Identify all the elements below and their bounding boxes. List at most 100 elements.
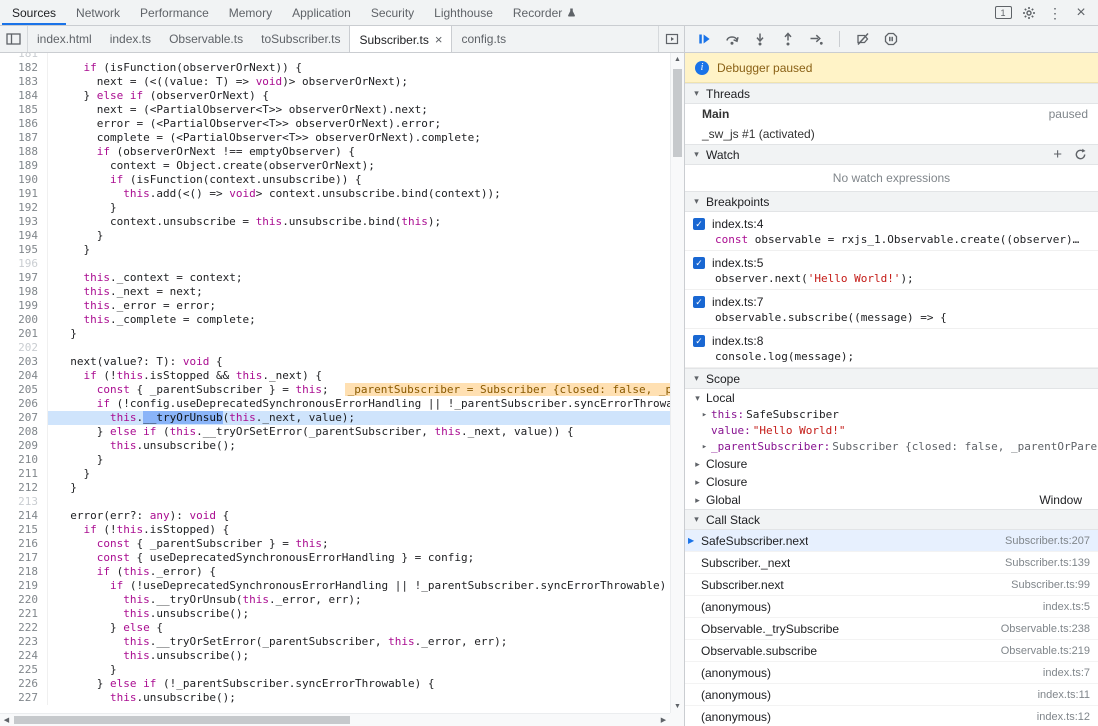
settings-gear-icon[interactable] — [1016, 0, 1042, 25]
code-line[interactable]: 226 } else if (!_parentSubscriber.syncEr… — [0, 677, 670, 691]
close-tab-icon[interactable]: × — [435, 33, 443, 46]
scroll-right-icon[interactable]: ▶ — [657, 714, 670, 726]
code-line[interactable]: 212 } — [0, 481, 670, 495]
call-stack-frame[interactable]: (anonymous)index.ts:11 — [685, 684, 1098, 706]
line-number[interactable]: 195 — [0, 243, 48, 257]
line-number[interactable]: 202 — [0, 341, 48, 355]
code-line[interactable]: 200 this._complete = complete; — [0, 313, 670, 327]
step-button[interactable] — [805, 28, 827, 50]
watch-section-header[interactable]: ▾ Watch + — [685, 144, 1098, 165]
code-line[interactable]: 219 if (!useDeprecatedSynchronousErrorHa… — [0, 579, 670, 593]
call-stack-frame[interactable]: Subscriber._nextSubscriber.ts:139 — [685, 552, 1098, 574]
vertical-scrollbar[interactable]: ▲ ▼ — [670, 53, 684, 713]
breakpoint-checkbox[interactable]: ✓ — [693, 296, 705, 308]
code-line[interactable]: 218 if (this._error) { — [0, 565, 670, 579]
line-number[interactable]: 209 — [0, 439, 48, 453]
main-tab-sources[interactable]: Sources — [2, 0, 66, 25]
code-line[interactable]: 194 } — [0, 229, 670, 243]
main-tab-memory[interactable]: Memory — [219, 0, 282, 25]
line-number[interactable]: 184 — [0, 89, 48, 103]
line-number[interactable]: 185 — [0, 103, 48, 117]
line-number[interactable]: 196 — [0, 257, 48, 271]
breakpoint-entry[interactable]: ✓index.ts:4const observable = rxjs_1.Obs… — [685, 212, 1098, 251]
code-line[interactable]: 181 — [0, 53, 670, 61]
vertical-scroll-thumb[interactable] — [673, 69, 682, 157]
code-line[interactable]: 197 this._context = context; — [0, 271, 670, 285]
breakpoint-entry[interactable]: ✓index.ts:7observable.subscribe((message… — [685, 290, 1098, 329]
code-line[interactable]: 222 } else { — [0, 621, 670, 635]
code-line[interactable]: 225 } — [0, 663, 670, 677]
line-number[interactable]: 193 — [0, 215, 48, 229]
scroll-down-icon[interactable]: ▼ — [671, 700, 684, 713]
code-line[interactable]: 220 this.__tryOrUnsub(this._error, err); — [0, 593, 670, 607]
call-stack-frame[interactable]: (anonymous)index.ts:5 — [685, 596, 1098, 618]
scope-section-closure[interactable]: ▸Closure — [685, 473, 1098, 491]
code-line[interactable]: 191 this.add(<() => void> context.unsubs… — [0, 187, 670, 201]
code-line[interactable]: 187 complete = (<PartialObserver<T>> obs… — [0, 131, 670, 145]
main-tab-performance[interactable]: Performance — [130, 0, 219, 25]
scope-section-local[interactable]: ▾Local — [685, 389, 1098, 407]
code-line[interactable]: 210 } — [0, 453, 670, 467]
code-line[interactable]: 185 next = (<PartialObserver<T>> observe… — [0, 103, 670, 117]
line-number[interactable]: 226 — [0, 677, 48, 691]
line-number[interactable]: 221 — [0, 607, 48, 621]
line-number[interactable]: 218 — [0, 565, 48, 579]
call-stack-section-header[interactable]: ▾ Call Stack — [685, 509, 1098, 530]
line-number[interactable]: 183 — [0, 75, 48, 89]
code-line[interactable]: 195 } — [0, 243, 670, 257]
code-line[interactable]: 189 context = Object.create(observerOrNe… — [0, 159, 670, 173]
main-tab-application[interactable]: Application — [282, 0, 361, 25]
scope-variable[interactable]: ▸_parentSubscriber: Subscriber {closed: … — [685, 439, 1098, 455]
line-number[interactable]: 206 — [0, 397, 48, 411]
call-stack-frame[interactable]: (anonymous)index.ts:12 — [685, 706, 1098, 726]
line-number[interactable]: 210 — [0, 453, 48, 467]
file-tab-index.html[interactable]: index.html — [28, 26, 101, 52]
call-stack-frame[interactable]: Observable.subscribeObservable.ts:219 — [685, 640, 1098, 662]
step-into-button[interactable] — [749, 28, 771, 50]
line-number[interactable]: 188 — [0, 145, 48, 159]
code-line[interactable]: 204 if (!this.isStopped && this._next) { — [0, 369, 670, 383]
main-tab-lighthouse[interactable]: Lighthouse — [424, 0, 503, 25]
code-line[interactable]: 190 if (isFunction(context.unsubscribe))… — [0, 173, 670, 187]
breakpoint-entry[interactable]: ✓index.ts:8console.log(message); — [685, 329, 1098, 368]
code-line[interactable]: 198 this._next = next; — [0, 285, 670, 299]
line-number[interactable]: 213 — [0, 495, 48, 509]
main-tab-recorder[interactable]: Recorder — [503, 0, 586, 25]
code-line[interactable]: 223 this.__tryOrSetError(_parentSubscrib… — [0, 635, 670, 649]
kebab-menu-icon[interactable]: ⋮ — [1042, 0, 1068, 25]
step-over-button[interactable] — [721, 28, 743, 50]
code-line[interactable]: 203 next(value?: T): void { — [0, 355, 670, 369]
breakpoint-checkbox[interactable]: ✓ — [693, 218, 705, 230]
line-number[interactable]: 200 — [0, 313, 48, 327]
line-number[interactable]: 189 — [0, 159, 48, 173]
scope-section-header[interactable]: ▾ Scope — [685, 368, 1098, 389]
line-number[interactable]: 191 — [0, 187, 48, 201]
line-number[interactable]: 224 — [0, 649, 48, 663]
code-line[interactable]: 193 context.unsubscribe = this.unsubscri… — [0, 215, 670, 229]
code-line[interactable]: 201 } — [0, 327, 670, 341]
line-number[interactable]: 225 — [0, 663, 48, 677]
line-number[interactable]: 197 — [0, 271, 48, 285]
scope-variable[interactable]: ▸this: SafeSubscriber — [685, 407, 1098, 423]
line-number[interactable]: 198 — [0, 285, 48, 299]
code-line[interactable]: 217 const { useDeprecatedSynchronousErro… — [0, 551, 670, 565]
breakpoints-section-header[interactable]: ▾ Breakpoints — [685, 191, 1098, 212]
scope-section-closure[interactable]: ▸Closure — [685, 455, 1098, 473]
code-line[interactable]: 188 if (observerOrNext !== emptyObserver… — [0, 145, 670, 159]
line-number[interactable]: 214 — [0, 509, 48, 523]
add-watch-icon[interactable]: + — [1053, 147, 1062, 162]
code-viewport[interactable]: 181182 if (isFunction(observerOrNext)) {… — [0, 53, 670, 713]
thread-item[interactable]: Mainpaused — [685, 104, 1098, 124]
code-line[interactable]: 192 } — [0, 201, 670, 215]
line-number[interactable]: 201 — [0, 327, 48, 341]
line-number[interactable]: 219 — [0, 579, 48, 593]
refresh-watch-icon[interactable] — [1074, 148, 1087, 161]
code-line[interactable]: 184 } else if (observerOrNext) { — [0, 89, 670, 103]
line-number[interactable]: 186 — [0, 117, 48, 131]
code-line[interactable]: 207 this.__tryOrUnsub(this._next, value)… — [0, 411, 670, 425]
line-number[interactable]: 217 — [0, 551, 48, 565]
main-tab-network[interactable]: Network — [66, 0, 130, 25]
line-number[interactable]: 223 — [0, 635, 48, 649]
line-number[interactable]: 190 — [0, 173, 48, 187]
line-number[interactable]: 181 — [0, 53, 48, 61]
